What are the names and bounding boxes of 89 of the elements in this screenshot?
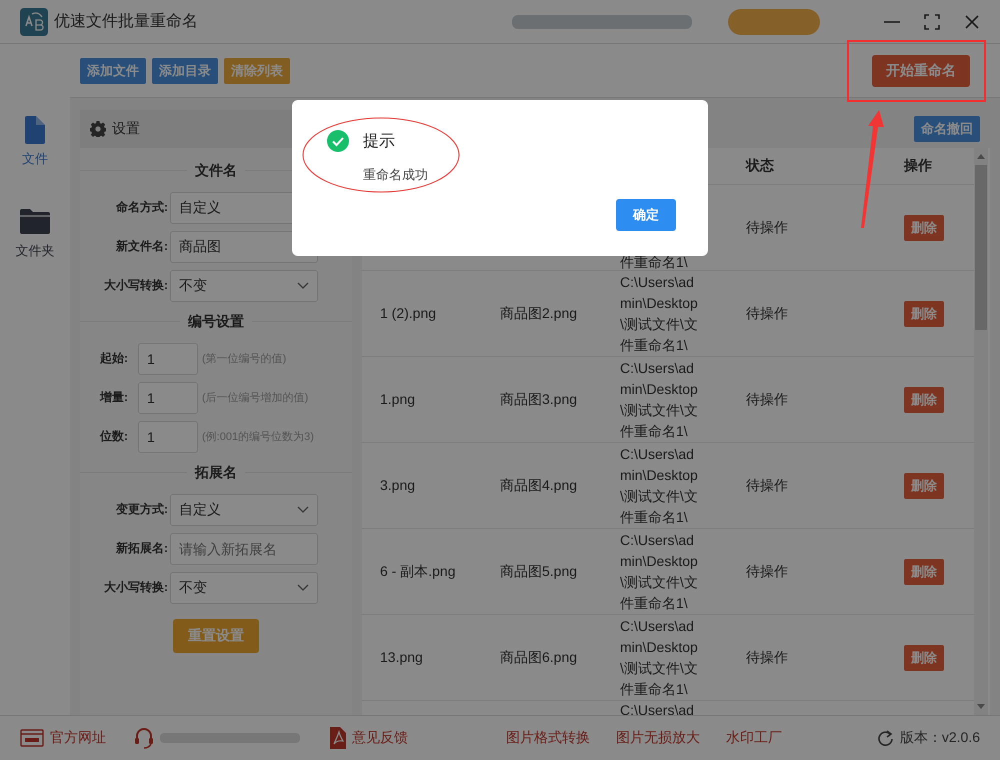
- pdf-icon: [328, 727, 346, 749]
- path-cell-text: C:\Users\admin\Desktop\测试文件\文件重命名1\: [620, 272, 699, 354]
- promo-button[interactable]: [728, 8, 820, 34]
- path-cell-text: C:\Users\admin\Desktop\测试文件\文件重命名1\: [620, 444, 699, 526]
- dialog-message: 重命名成功: [363, 166, 429, 184]
- folder-icon: [20, 208, 50, 236]
- field-label: 新拓展名:: [115, 540, 168, 557]
- dropdown[interactable]: 自定义: [170, 494, 318, 526]
- table-cell-text: 13.png: [380, 648, 423, 667]
- panel-title: 设置: [112, 120, 140, 138]
- toolbar-button[interactable]: 添加文件: [80, 58, 146, 84]
- delete-button[interactable]: 删除: [904, 214, 944, 240]
- table-cell-text: 待操作: [746, 648, 788, 667]
- table-cell-text: 3.png: [380, 476, 416, 495]
- dropdown[interactable]: 不变: [170, 270, 318, 302]
- window-title: 优速文件批量重命名: [54, 12, 198, 32]
- column-header: 状态: [744, 157, 775, 175]
- chevron-down-icon: [297, 282, 309, 290]
- footer-link[interactable]: 图片格式转换: [506, 729, 590, 747]
- path-cell-text: C:\Users\admin\Desktop\测试文件\文件重命名1\: [620, 616, 699, 698]
- number-field[interactable]: 1: [138, 420, 198, 452]
- scroll-up-arrow[interactable]: [977, 154, 985, 159]
- table-cell-text: 待操作: [746, 562, 788, 581]
- delete-button[interactable]: 删除: [904, 300, 944, 326]
- table-cell-text: 商品图3.png: [500, 390, 578, 409]
- number-field[interactable]: 1: [138, 382, 198, 414]
- scroll-down-arrow[interactable]: [977, 704, 985, 709]
- table-cell-text: 商品图5.png: [500, 562, 578, 581]
- settings-icon: [90, 121, 106, 137]
- close-icon: [964, 14, 980, 30]
- dropdown[interactable]: 不变: [170, 572, 318, 604]
- field-label: 大小写转换:: [103, 579, 168, 596]
- table-cell-text: 待操作: [746, 390, 788, 409]
- path-cell-text: C:\Users\ad: [620, 701, 695, 715]
- delete-button[interactable]: 删除: [904, 558, 944, 584]
- table-cell-text: 商品图6.png: [500, 648, 578, 667]
- footer-link[interactable]: 官方网址: [50, 729, 106, 747]
- table-cell-text: 商品图4.png: [500, 476, 578, 495]
- section-heading: 文件名: [187, 162, 245, 180]
- section-heading: 拓展名: [187, 464, 245, 482]
- ok-button[interactable]: 确定: [616, 199, 676, 231]
- field-label: 变更方式:: [114, 501, 168, 518]
- section-heading: 编号设置: [180, 313, 252, 331]
- field-label: 位数:: [98, 428, 128, 445]
- dialog-title: 提示: [363, 132, 395, 152]
- path-cell-text: C:\Users\admin\Desktop\测试文件\文件重命名1\: [620, 530, 699, 612]
- undo-rename-button[interactable]: 命名撤回: [914, 116, 980, 142]
- field-label: 起始:: [99, 350, 128, 367]
- chevron-down-icon: [297, 506, 309, 514]
- table-cell-text: 6 - 副本.png: [380, 562, 456, 581]
- input-field[interactable]: 请输入新拓展名: [170, 532, 318, 564]
- table-cell-text: 待操作: [746, 218, 788, 237]
- reset-button[interactable]: 重置设置: [173, 619, 259, 653]
- number-field[interactable]: 1: [138, 342, 198, 374]
- toolbar-button[interactable]: 清除列表: [224, 58, 290, 84]
- table-cell-text: 待操作: [746, 304, 788, 323]
- field-label: 命名方式:: [115, 199, 168, 216]
- chevron-down-icon: [297, 584, 309, 592]
- start-rename-button[interactable]: 开始重命名: [872, 54, 970, 86]
- field-label: 新文件名:: [115, 238, 168, 255]
- refresh-icon: [876, 730, 894, 746]
- footer-link[interactable]: 意见反馈: [352, 729, 408, 747]
- path-cell-text: 件重命名1\: [620, 255, 689, 269]
- table-cell-text: 商品图2.png: [500, 304, 578, 323]
- delete-button[interactable]: 删除: [904, 644, 944, 670]
- app-logo-icon: [20, 8, 48, 36]
- scrollbar-thumb[interactable]: [975, 165, 987, 330]
- delete-button[interactable]: 删除: [904, 472, 944, 498]
- headset-icon: [134, 727, 154, 749]
- scrollbar[interactable]: [974, 148, 988, 715]
- minimize-icon: [884, 20, 900, 22]
- table-cell-text: 待操作: [746, 476, 788, 495]
- table-cell-text: 1.png: [380, 390, 416, 409]
- fullscreen-icon: [924, 14, 940, 30]
- sidebar-item[interactable]: 文件: [22, 116, 48, 168]
- table-cell-text: 1 (2).png: [380, 304, 436, 323]
- website-icon: [20, 728, 44, 748]
- toolbar-button[interactable]: 添加目录: [152, 58, 218, 84]
- column-header: 操作: [902, 157, 933, 175]
- delete-button[interactable]: 删除: [904, 386, 944, 412]
- success-check-icon: [327, 130, 349, 152]
- sidebar-item[interactable]: 文件夹: [16, 208, 54, 260]
- field-label: 增量:: [98, 389, 128, 406]
- path-cell-text: C:\Users\admin\Desktop\测试文件\文件重命名1\: [620, 358, 699, 440]
- file-icon: [23, 116, 47, 144]
- footer-link[interactable]: 图片无损放大: [616, 729, 700, 747]
- footer-link[interactable]: 水印工厂: [726, 729, 782, 747]
- version-label: 版本：v2.0.6: [900, 729, 980, 747]
- field-label: 大小写转换:: [103, 277, 168, 294]
